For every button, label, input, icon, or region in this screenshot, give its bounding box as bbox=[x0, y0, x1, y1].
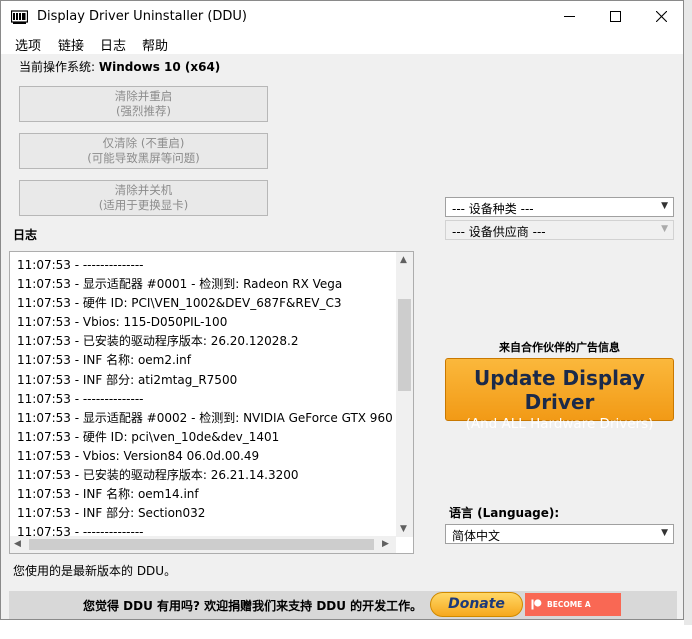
log-line: 11:07:53 - 硬件 ID: pci\ven_10de&dev_1401 bbox=[17, 429, 280, 444]
title-bar: Display Driver Uninstaller (DDU) bbox=[1, 1, 683, 32]
device-vendor-value: --- 设备供应商 --- bbox=[452, 225, 546, 239]
log-lines: 11:07:53 - -------------- 11:07:53 - 显示适配… bbox=[17, 256, 397, 542]
patreon-icon bbox=[531, 599, 542, 610]
desktop-background bbox=[684, 0, 692, 625]
donate-button[interactable]: Donate bbox=[430, 592, 523, 617]
os-value: Windows 10 (x64) bbox=[98, 60, 221, 74]
menu-links[interactable]: 链接 bbox=[58, 35, 84, 54]
maximize-icon bbox=[609, 11, 621, 22]
chevron-down-icon: ▼ bbox=[661, 201, 668, 211]
close-icon bbox=[655, 11, 667, 22]
menu-help[interactable]: 帮助 bbox=[142, 35, 168, 54]
scroll-right-icon[interactable]: ▶ bbox=[382, 539, 389, 549]
log-line: 11:07:53 - -------------- bbox=[17, 391, 144, 406]
update-driver-ad-banner[interactable]: Update Display Driver (And ALL Hardware … bbox=[445, 358, 674, 432]
maximize-button[interactable] bbox=[592, 1, 638, 32]
window-title: Display Driver Uninstaller (DDU) bbox=[37, 9, 248, 24]
scroll-up-icon[interactable]: ▲ bbox=[400, 255, 407, 265]
os-label: 当前操作系统: bbox=[19, 60, 96, 74]
minimize-button[interactable] bbox=[546, 1, 592, 32]
language-value: 简体中文 bbox=[452, 529, 501, 543]
log-line: 11:07:53 - 显示适配器 #0002 - 检测到: NVIDIA GeF… bbox=[17, 410, 393, 425]
ad-subtitle: (And ALL Hardware Drivers) bbox=[465, 416, 654, 432]
menu-options[interactable]: 选项 bbox=[15, 35, 41, 54]
status-text: 您使用的是最新版本的 DDU。 bbox=[13, 564, 177, 578]
scroll-left-icon[interactable]: ◀ bbox=[14, 539, 21, 549]
log-line: 11:07:53 - INF 名称: oem2.inf bbox=[17, 353, 191, 368]
device-type-value: --- 设备种类 --- bbox=[452, 202, 534, 216]
log-vertical-thumb[interactable] bbox=[398, 299, 411, 391]
log-vertical-scrollbar[interactable]: ▲ ▼ bbox=[396, 252, 413, 537]
ddu-window: Display Driver Uninstaller (DDU) 选项 链接 日… bbox=[0, 0, 684, 632]
chevron-down-icon: ▼ bbox=[661, 224, 668, 234]
clean-only-button[interactable]: 仅清除 (不重启) (可能导致黑屏等问题) bbox=[19, 133, 268, 169]
menu-log[interactable]: 日志 bbox=[100, 35, 126, 54]
log-line: 11:07:53 - 硬件 ID: PCI\VEN_1002&DEV_687F&… bbox=[17, 296, 342, 311]
clean-restart-note: (强烈推荐) bbox=[116, 104, 171, 118]
clean-shutdown-note: (适用于更换显卡) bbox=[98, 198, 189, 212]
os-info: 当前操作系统: Windows 10 (x64) bbox=[19, 58, 220, 75]
log-line: 11:07:53 - INF 名称: oem14.inf bbox=[17, 487, 199, 502]
scroll-down-icon[interactable]: ▼ bbox=[400, 524, 407, 534]
log-line: 11:07:53 - 已安装的驱动程序版本: 26.21.14.3200 bbox=[17, 468, 299, 483]
clean-shutdown-button[interactable]: 清除并关机 (适用于更换显卡) bbox=[19, 180, 268, 216]
menu-bar: 选项 链接 日志 帮助 bbox=[1, 32, 683, 54]
log-horizontal-scrollbar[interactable]: ◀ ▶ bbox=[10, 536, 396, 553]
device-type-select[interactable]: --- 设备种类 --- ▼ bbox=[445, 197, 674, 217]
ad-label: 来自合作伙伴的广告信息 bbox=[499, 341, 620, 354]
clean-restart-label: 清除并重启 bbox=[114, 89, 173, 103]
patreon-label: BECOME A PATRON bbox=[547, 600, 591, 632]
donation-footer: 您觉得 DDU 有用吗? 欢迎捐赠我们来支持 DDU 的开发工作。 Donate… bbox=[9, 591, 677, 632]
chevron-down-icon: ▼ bbox=[661, 528, 668, 538]
log-line: 11:07:53 - 显示适配器 #0001 - 检测到: Radeon RX … bbox=[17, 277, 343, 292]
minimize-icon bbox=[563, 16, 575, 17]
language-label: 语言 (Language): bbox=[449, 506, 560, 520]
log-line: 11:07:53 - Vbios: Version84 06.0d.00.49 bbox=[17, 448, 260, 463]
log-label: 日志 bbox=[13, 228, 38, 242]
log-horizontal-thumb[interactable] bbox=[29, 539, 374, 550]
clean-only-note: (可能导致黑屏等问题) bbox=[87, 151, 200, 165]
log-line: 11:07:53 - INF 部分: Section032 bbox=[17, 506, 206, 521]
clean-shutdown-label: 清除并关机 bbox=[114, 183, 173, 197]
log-line: 11:07:53 - -------------- bbox=[17, 258, 144, 272]
close-button[interactable] bbox=[638, 1, 684, 32]
language-select[interactable]: 简体中文 ▼ bbox=[445, 524, 674, 544]
device-vendor-select[interactable]: --- 设备供应商 --- ▼ bbox=[445, 220, 674, 240]
clean-restart-button[interactable]: 清除并重启 (强烈推荐) bbox=[19, 86, 268, 122]
donation-message: 您觉得 DDU 有用吗? 欢迎捐赠我们来支持 DDU 的开发工作。 bbox=[83, 599, 423, 613]
log-listbox[interactable]: 11:07:53 - -------------- 11:07:53 - 显示适配… bbox=[9, 251, 414, 554]
log-line: 11:07:53 - Vbios: 115-D050PIL-100 bbox=[17, 315, 228, 330]
ad-title: Update Display Driver bbox=[474, 366, 645, 414]
log-line: 11:07:53 - 已安装的驱动程序版本: 26.20.12028.2 bbox=[17, 334, 299, 349]
clean-only-label: 仅清除 (不重启) bbox=[102, 136, 185, 150]
log-line: 11:07:53 - INF 部分: ati2mtag_R7500 bbox=[17, 372, 238, 387]
graphics-card-icon bbox=[11, 10, 28, 24]
patreon-button[interactable]: BECOME A PATRON bbox=[525, 593, 621, 632]
